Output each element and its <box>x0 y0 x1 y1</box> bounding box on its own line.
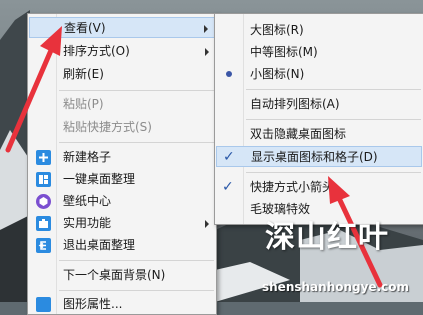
watermark-url: shenshanhongye.com <box>262 280 409 294</box>
watermark-logo: 深山红叶 <box>265 220 389 255</box>
red-arrow-icon <box>5 26 62 153</box>
annotation-arrows <box>5 26 383 288</box>
